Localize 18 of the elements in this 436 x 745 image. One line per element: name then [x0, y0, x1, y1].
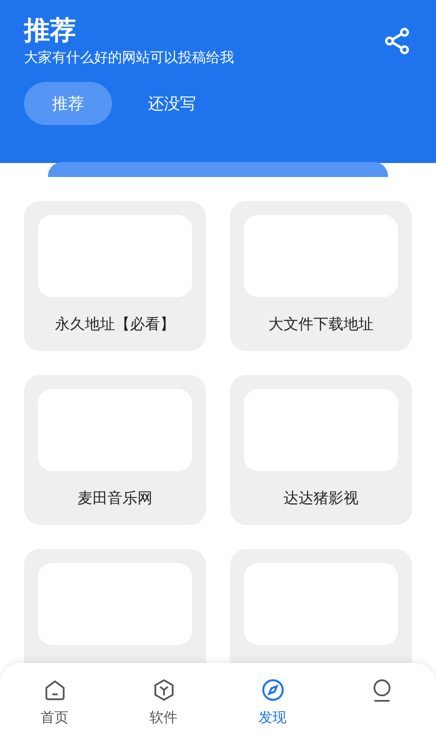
tab[interactable]: 还没写 — [120, 82, 224, 125]
card-label: 永久地址【必看】 — [55, 315, 175, 334]
site-card[interactable]: 永久地址【必看】 — [24, 201, 206, 351]
share-icon[interactable] — [382, 26, 412, 56]
nav-item[interactable]: 发现 — [218, 663, 327, 745]
card-label: 麦田音乐网 — [78, 489, 152, 508]
page-title: 推荐 — [24, 15, 77, 48]
site-card[interactable]: 大文件下载地址 — [230, 201, 412, 351]
site-card[interactable] — [230, 549, 412, 663]
nav-item[interactable]: 首页 — [0, 663, 109, 745]
site-card[interactable]: 达达猪影视 — [230, 375, 412, 525]
site-card[interactable]: 麦田音乐网 — [24, 375, 206, 525]
site-card[interactable] — [24, 549, 206, 663]
compass-icon — [260, 677, 286, 703]
card-label: 达达猪影视 — [284, 489, 358, 508]
nav-item[interactable]: 软件 — [109, 663, 218, 745]
card-label: 大文件下载地址 — [268, 315, 374, 334]
page-subtitle: 大家有什么好的网站可以投稿给我 — [24, 49, 234, 68]
